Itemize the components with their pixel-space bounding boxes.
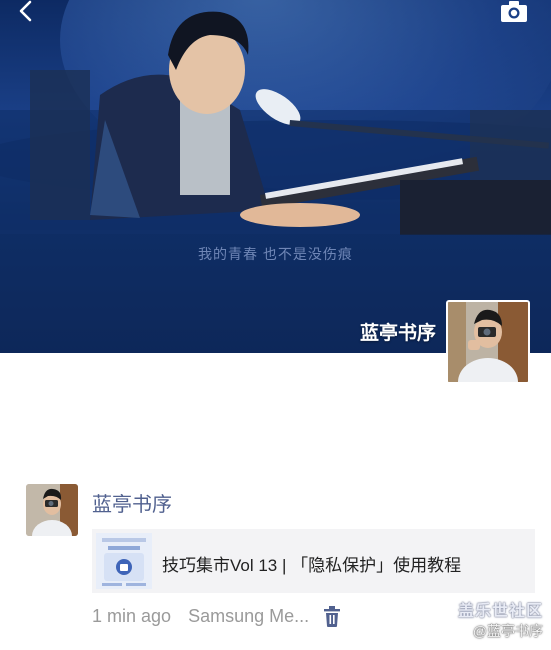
- delete-button[interactable]: [321, 605, 343, 629]
- post-source[interactable]: Samsung Me...: [188, 606, 309, 626]
- avatar-photo: [26, 484, 78, 536]
- link-thumbnail: [96, 533, 152, 589]
- post-author-name[interactable]: 蓝亭书序: [92, 488, 172, 517]
- back-button[interactable]: [12, 0, 40, 28]
- thumbnail-image: [96, 533, 152, 589]
- camera-icon: [501, 1, 527, 22]
- avatar-photo: [448, 302, 528, 382]
- post-author-avatar[interactable]: [26, 484, 78, 536]
- post-time: 1 min ago: [92, 606, 172, 626]
- owner-name[interactable]: 蓝亭书序: [360, 318, 436, 345]
- trash-icon: [324, 606, 340, 627]
- chevron-left-icon: [19, 0, 32, 22]
- watermark-handle: @蓝亭书序: [472, 623, 543, 639]
- camera-button[interactable]: [498, 0, 530, 24]
- owner-avatar[interactable]: [446, 300, 530, 384]
- watermark: 盖乐世社区 @蓝亭书序: [458, 597, 543, 641]
- post-meta: 1 min ago Samsung Me...: [92, 606, 321, 627]
- link-title: 技巧集市Vol 13 | 「隐私保护」使用教程: [162, 556, 462, 575]
- shared-link-card[interactable]: 技巧集市Vol 13 | 「隐私保护」使用教程: [92, 529, 535, 593]
- watermark-logo: 盖乐世社区: [457, 603, 543, 620]
- cover-subtitle: 我的青春 也不是没伤痕: [198, 246, 353, 262]
